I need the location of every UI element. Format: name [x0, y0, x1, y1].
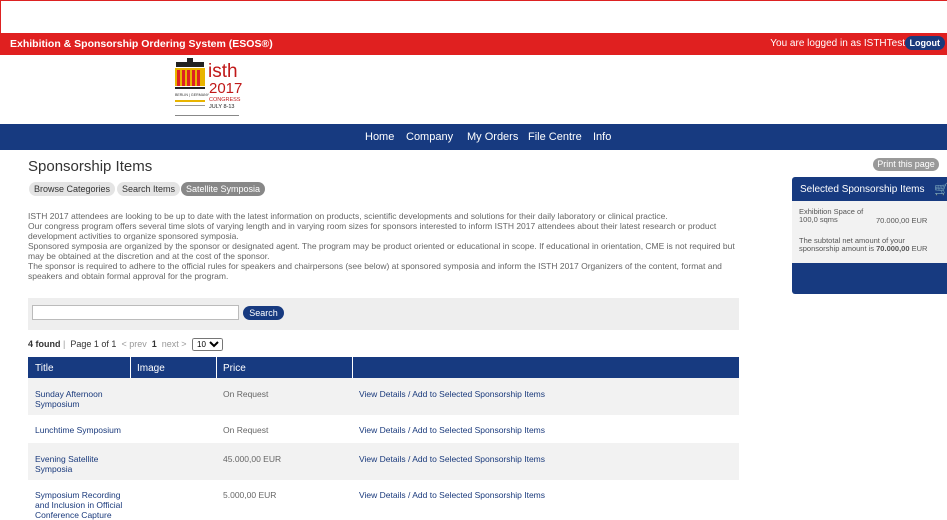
- next-link[interactable]: next >: [162, 339, 187, 349]
- nav-info[interactable]: Info: [593, 131, 611, 143]
- logo-graphic: isth 2017 CONGRESS BERLIN | GERMANY JULY…: [175, 58, 242, 116]
- row-price: On Request: [223, 425, 269, 435]
- selected-items-panel: Exhibition Space of 100,0 sqms 70.000,00…: [792, 201, 947, 263]
- window-frame: [0, 0, 947, 33]
- row-title: Evening Satellite Symposia: [35, 454, 99, 474]
- tab-search-items[interactable]: Search Items: [117, 182, 181, 196]
- login-status: You are logged in as ISTHTest: [770, 38, 905, 49]
- logout-button[interactable]: Logout: [904, 36, 945, 50]
- logo-brand: isth: [208, 61, 238, 82]
- row-price: 5.000,00 EUR: [223, 490, 277, 500]
- view-details-link[interactable]: View Details / Add to Selected Sponsorsh…: [359, 490, 545, 500]
- prev-link[interactable]: < prev: [121, 339, 146, 349]
- logo-line3: JULY 8-13: [209, 104, 234, 110]
- row-price: 45.000,00 EUR: [223, 454, 282, 464]
- nav-home[interactable]: Home: [365, 131, 394, 143]
- view-details-link[interactable]: View Details / Add to Selected Sponsorsh…: [359, 454, 545, 464]
- nav-file-centre[interactable]: File Centre: [528, 131, 582, 143]
- selected-items-header: Selected Sponsorship Items 🛒: [792, 177, 947, 201]
- top-bar: Exhibition & Sponsorship Ordering System…: [0, 33, 947, 55]
- nav-my-orders[interactable]: My Orders: [467, 131, 518, 143]
- description-line: Sponsored symposia are organized by the …: [28, 241, 735, 261]
- row-title: Symposium Recording and Inclusion in Off…: [35, 490, 123, 520]
- selected-item-price: 70.000,00 EUR: [876, 216, 928, 225]
- view-details-link[interactable]: View Details / Add to Selected Sponsorsh…: [359, 425, 545, 435]
- app-title: Exhibition & Sponsorship Ordering System…: [10, 38, 273, 50]
- subtotal-currency: EUR: [911, 244, 928, 253]
- gate-top: [176, 62, 204, 67]
- selected-item-name: Exhibition Space of 100,0 sqms: [799, 207, 864, 224]
- table-header: Title Image Price: [28, 357, 739, 378]
- items-table: Title Image Price Sunday Afternoon Sympo…: [28, 357, 739, 520]
- tab-satellite-symposia[interactable]: Satellite Symposia: [181, 182, 266, 196]
- description: ISTH 2017 attendees are looking to be up…: [28, 211, 738, 281]
- header-price: Price: [223, 363, 246, 374]
- logo-line1: CONGRESS: [209, 97, 241, 103]
- subtotal-value: 70.000,00: [876, 244, 910, 253]
- nav-company[interactable]: Company: [406, 131, 453, 143]
- pager-sep: |: [63, 339, 66, 349]
- row-price: On Request: [223, 389, 269, 399]
- table-row: Sunday Afternoon Symposium On Request Vi…: [28, 378, 739, 415]
- logo-year: 2017: [209, 80, 242, 97]
- per-page-select[interactable]: 10: [192, 338, 224, 351]
- description-line: ISTH 2017 attendees are looking to be up…: [28, 211, 668, 221]
- table-row: Symposium Recording and Inclusion in Off…: [28, 480, 739, 520]
- print-page-button[interactable]: Print this page: [873, 158, 939, 171]
- description-line: The sponsor is required to adhere to the…: [28, 261, 722, 281]
- search-input[interactable]: [32, 305, 239, 320]
- subtotal-text: The subtotal net amount of your sponsors…: [799, 237, 945, 253]
- isth-2017-logo[interactable]: isth 2017 CONGRESS BERLIN | GERMANY JULY…: [172, 58, 262, 120]
- search-panel: Search: [28, 298, 739, 330]
- header-image: Image: [137, 363, 165, 374]
- description-line: Our congress program offers several time…: [28, 221, 717, 241]
- main-nav: Home Company My Orders File Centre Info: [0, 124, 947, 150]
- result-count: 4 found: [28, 339, 61, 349]
- selected-items-footer: [792, 263, 947, 294]
- cart-icon[interactable]: 🛒: [934, 182, 947, 196]
- search-button[interactable]: Search: [243, 306, 284, 320]
- table-row: Evening Satellite Symposia 45.000,00 EUR…: [28, 443, 739, 480]
- header-title: Title: [35, 363, 54, 374]
- page-title: Sponsorship Items: [28, 158, 153, 175]
- selected-items-title: Selected Sponsorship Items: [800, 184, 925, 195]
- view-details-link[interactable]: View Details / Add to Selected Sponsorsh…: [359, 389, 545, 399]
- table-row: Lunchtime Symposium On Request View Deta…: [28, 415, 739, 443]
- tab-browse-categories[interactable]: Browse Categories: [29, 182, 116, 196]
- page-info: Page 1 of 1: [70, 339, 117, 349]
- row-title: Sunday Afternoon Symposium: [35, 389, 103, 409]
- current-page[interactable]: 1: [152, 339, 157, 349]
- row-title: Lunchtime Symposium: [35, 425, 121, 435]
- pagination: 4 found | Page 1 of 1 < prev 1 next > 10: [28, 338, 224, 351]
- logo-line2: BERLIN | GERMANY: [175, 93, 210, 97]
